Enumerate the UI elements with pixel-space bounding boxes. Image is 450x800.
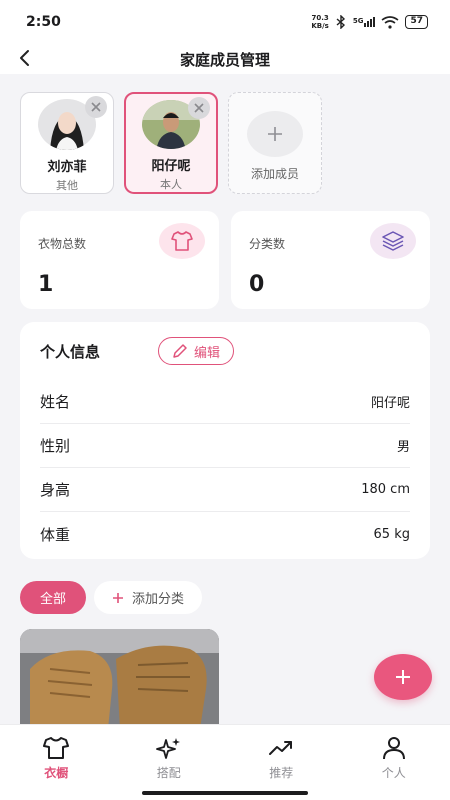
person-icon <box>382 737 405 760</box>
edit-button[interactable]: 编辑 <box>158 337 235 365</box>
back-arrow-icon[interactable] <box>14 46 38 70</box>
member-name: 阳仔呢 <box>151 159 191 174</box>
add-category-button[interactable]: 添加分类 <box>94 581 203 614</box>
pencil-icon <box>173 344 187 358</box>
info-row-name: 姓名 阳仔呢 <box>40 380 410 424</box>
tab-wardrobe[interactable]: 衣橱 <box>0 725 113 800</box>
info-value: 阳仔呢 <box>370 396 410 411</box>
stat-card-categories: 分类数 0 <box>231 211 430 309</box>
remove-member-button[interactable] <box>85 96 107 118</box>
member-role: 本人 <box>160 178 182 191</box>
info-key: 身高 <box>40 481 71 499</box>
section-title: 个人信息 <box>40 342 101 361</box>
info-value: 65 kg <box>373 526 410 542</box>
net-speed-value: 70.3 <box>311 14 329 22</box>
member-name: 刘亦菲 <box>47 160 87 175</box>
page-title: 家庭成员管理 <box>179 50 270 69</box>
tab-recommend[interactable]: 推荐 <box>225 725 338 800</box>
add-category-label: 添加分类 <box>132 592 185 607</box>
remove-member-button[interactable] <box>188 97 210 119</box>
add-member-label: 添加成员 <box>250 167 299 181</box>
stat-value: 1 <box>38 272 54 297</box>
tab-label: 搭配 <box>156 766 181 780</box>
info-key: 体重 <box>40 525 71 544</box>
clothing-item-card[interactable] <box>20 629 219 729</box>
close-icon <box>91 102 101 112</box>
plus-icon <box>396 670 410 684</box>
battery-indicator: 57 <box>405 15 428 29</box>
stat-value: 0 <box>249 272 265 297</box>
info-key: 姓名 <box>40 393 71 411</box>
wifi-icon <box>381 15 399 29</box>
info-row-height: 身高 180 cm <box>40 468 410 512</box>
status-time: 2:50 <box>26 14 61 30</box>
plus-icon <box>113 592 124 603</box>
add-member-button[interactable]: 添加成员 <box>228 92 322 194</box>
tab-label: 个人 <box>381 766 406 780</box>
layers-icon <box>370 223 416 259</box>
member-card[interactable]: 刘亦菲 其他 <box>20 92 114 194</box>
info-key: 性别 <box>40 437 71 455</box>
status-bar: 2:50 70.3 KB/s 5G 57 <box>0 0 450 44</box>
info-header: 个人信息 编辑 <box>40 322 410 380</box>
signal-label: 5G <box>352 17 364 25</box>
plus-icon <box>247 111 303 157</box>
tab-label: 推荐 <box>269 766 294 780</box>
signal-icon: 5G <box>353 17 376 27</box>
net-speed: 70.3 KB/s <box>311 14 328 30</box>
info-value: 180 cm <box>361 482 410 497</box>
edit-label: 编辑 <box>194 345 221 361</box>
sparkle-icon <box>155 738 180 759</box>
bluetooth-icon <box>336 15 345 29</box>
info-value: 男 <box>396 440 410 455</box>
bottom-tab-bar: 衣橱 搭配 推荐 个人 <box>0 724 450 800</box>
status-icons: 70.3 KB/s 5G 57 <box>311 14 428 30</box>
net-speed-unit: KB/s <box>311 22 329 30</box>
add-clothing-fab[interactable] <box>374 654 432 700</box>
tab-outfits[interactable]: 搭配 <box>113 725 226 800</box>
info-row-weight: 体重 65 kg <box>40 512 410 556</box>
member-role: 其他 <box>56 179 78 192</box>
personal-info-card: 个人信息 编辑 姓名 阳仔呢 性别 男 身高 180 cm 体重 65 kg <box>20 322 430 559</box>
category-filter: 全部 添加分类 <box>20 581 203 614</box>
tshirt-icon <box>159 223 205 259</box>
close-icon <box>194 103 204 113</box>
stat-card-clothes: 衣物总数 1 <box>20 211 219 309</box>
tab-label: 衣橱 <box>44 766 69 780</box>
member-list: 刘亦菲 其他 阳仔呢 本人 添加成员 <box>20 92 322 194</box>
home-indicator <box>142 791 308 795</box>
member-card-selected[interactable]: 阳仔呢 本人 <box>124 92 218 194</box>
tab-profile[interactable]: 个人 <box>338 725 450 800</box>
info-row-gender: 性别 男 <box>40 424 410 468</box>
category-chip-all[interactable]: 全部 <box>20 581 87 614</box>
trending-icon <box>269 741 293 755</box>
tshirt-icon <box>43 737 70 759</box>
clothing-photo <box>20 629 219 729</box>
nav-bar: 家庭成员管理 <box>0 44 450 74</box>
